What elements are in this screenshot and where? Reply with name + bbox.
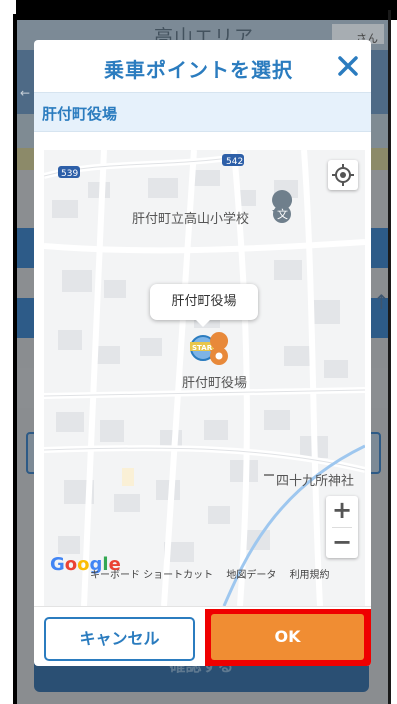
svg-text:文: 文 [277,207,288,221]
cancel-button[interactable]: キャンセル [44,617,195,661]
dialog-footer: キャンセル OK [34,606,371,666]
arrow-up-icon: ↑ [373,290,388,314]
terms-link[interactable]: 利用規約 [290,570,330,581]
close-icon[interactable] [332,46,364,82]
ok-button[interactable]: OK [211,614,364,660]
map-data-link[interactable]: 地図データ [226,570,276,581]
map-label-shrine: 四十九所神社 [276,474,355,489]
keyboard-shortcuts-link[interactable]: キーボード ショートカット [90,570,213,581]
frame-left-line [13,14,17,704]
selected-location-name: 肝付町役場 [42,105,118,123]
my-location-button[interactable] [328,160,358,190]
map-label-school: 肝付町立高山小学校 [132,212,250,227]
dialog-header: 乗車ポイントを選択 [34,40,371,92]
selected-location-bar: 肝付町役場 [34,92,371,132]
location-tooltip: 肝付町役場 [150,284,258,327]
zoom-out-button[interactable]: − [326,528,358,558]
road-badge-539: 539 [61,169,78,179]
crosshair-icon [332,164,354,186]
zoom-in-button[interactable]: + [326,496,358,526]
frame-top [0,0,397,20]
boarding-point-dialog: 乗車ポイントを選択 肝付町役場 542 539 文 START 肝付町立高山小学… [34,40,371,666]
frame-right-line [388,10,391,704]
map-label-town-hall: 肝付町役場 [182,376,248,391]
map-attribution: キーボード ショートカット 地図データ 利用規約 [90,566,340,581]
back-arrow-icon: ← [20,86,31,100]
map-view[interactable]: 542 539 文 START 肝付町立高山小学校 肝付町役場 四十九所神社 肝… [44,150,365,606]
road-badge-542: 542 [226,157,243,167]
zoom-controls: + − [326,496,358,558]
dialog-title: 乗車ポイントを選択 [104,58,293,82]
